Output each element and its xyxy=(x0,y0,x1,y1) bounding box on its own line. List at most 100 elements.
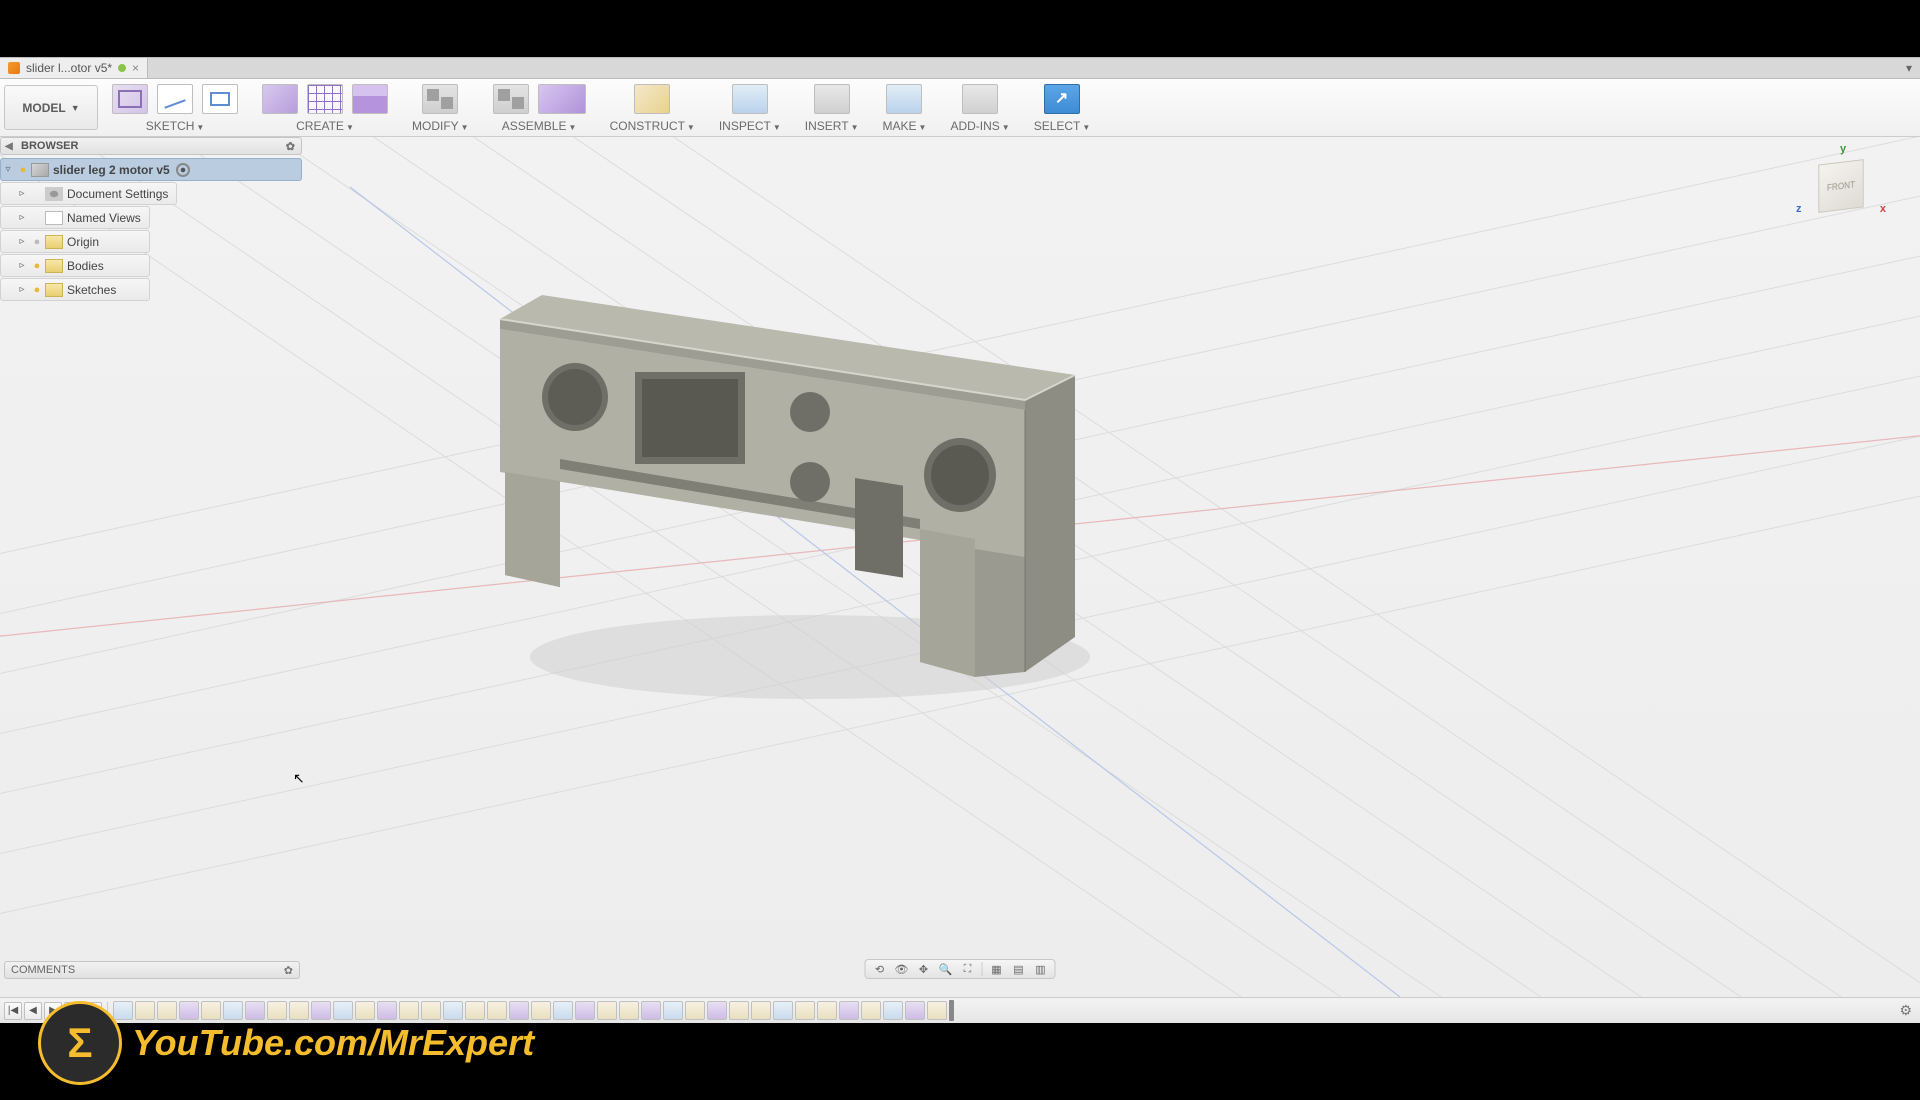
comments-panel[interactable]: COMMENTS ✿ xyxy=(4,961,300,979)
collapse-icon[interactable]: ◀ xyxy=(5,141,13,152)
node-icon xyxy=(45,211,63,225)
caret-right-icon[interactable]: ▹ xyxy=(15,188,29,199)
timeline-feature[interactable] xyxy=(795,1001,815,1020)
bulb-icon[interactable]: ● xyxy=(29,284,45,296)
tree-item[interactable]: ▹ ● Sketches xyxy=(0,278,150,301)
model-body[interactable] xyxy=(470,257,1130,737)
timeline-feature[interactable] xyxy=(773,1001,793,1020)
caret-down-icon[interactable]: ▿ xyxy=(1,164,15,175)
tree-item[interactable]: ▹ Document Settings xyxy=(0,182,177,205)
node-icon xyxy=(45,259,63,273)
tree-root[interactable]: ▿ ● slider leg 2 motor v5 xyxy=(0,158,302,181)
expand-down-icon[interactable]: ▾ xyxy=(1906,61,1912,75)
timeline-start-icon[interactable]: |◀ xyxy=(4,1002,22,1020)
rectangle-tool-icon[interactable] xyxy=(202,84,238,114)
form-icon[interactable] xyxy=(307,84,343,114)
caret-right-icon[interactable]: ▹ xyxy=(15,260,29,271)
gear-icon[interactable]: ✿ xyxy=(286,140,295,153)
gear-icon[interactable]: ⚙ xyxy=(1899,1002,1912,1019)
timeline-feature[interactable] xyxy=(575,1001,595,1020)
timeline-feature[interactable] xyxy=(707,1001,727,1020)
fusion-icon xyxy=(8,62,20,74)
document-tabs: slider l...otor v5* × ▾ xyxy=(0,57,1920,79)
joint-icon[interactable] xyxy=(538,84,586,114)
toolbar-group-make: MAKE▼ xyxy=(871,79,939,136)
timeline-feature[interactable] xyxy=(685,1001,705,1020)
select-tool-icon[interactable] xyxy=(1044,84,1080,114)
viewports-icon[interactable]: ▥ xyxy=(1031,961,1051,977)
timeline-feature[interactable] xyxy=(883,1001,903,1020)
axis-y-label: y xyxy=(1840,143,1846,155)
channel-text: YouTube.com/MrExpert xyxy=(132,1022,534,1064)
orbit-icon[interactable]: ⟲ xyxy=(870,961,890,977)
toolbar-group-sketch: SKETCH▼ xyxy=(100,79,250,136)
toolbar-group-modify: MODIFY▼ xyxy=(400,79,481,136)
timeline-feature[interactable] xyxy=(663,1001,683,1020)
timeline-feature[interactable] xyxy=(597,1001,617,1020)
look-icon[interactable]: 👁 xyxy=(892,961,912,977)
caret-right-icon[interactable]: ▹ xyxy=(15,284,29,295)
tab-title: slider l...otor v5* xyxy=(26,61,112,75)
scripts-icon[interactable] xyxy=(962,84,998,114)
measure-icon[interactable] xyxy=(732,84,768,114)
timeline-feature[interactable] xyxy=(729,1001,749,1020)
timeline-feature[interactable] xyxy=(553,1001,573,1020)
document-tab[interactable]: slider l...otor v5* × xyxy=(0,58,148,78)
line-tool-icon[interactable] xyxy=(157,84,193,114)
timeline-feature[interactable] xyxy=(927,1001,947,1020)
bulb-icon[interactable]: ● xyxy=(29,236,45,248)
node-icon xyxy=(45,283,63,297)
bulb-icon[interactable]: ● xyxy=(29,260,45,272)
active-component-icon[interactable] xyxy=(176,163,190,177)
caret-right-icon[interactable]: ▹ xyxy=(15,212,29,223)
node-icon xyxy=(45,235,63,249)
timeline-feature[interactable] xyxy=(619,1001,639,1020)
toolbar-group-assemble: ASSEMBLE▼ xyxy=(481,79,598,136)
ribbon-toolbar: MODEL▼ SKETCH▼ CREATE▼ MODIFY▼ xyxy=(0,79,1920,137)
timeline-feature[interactable] xyxy=(861,1001,881,1020)
extrude-icon[interactable] xyxy=(352,84,388,114)
viewcube-face[interactable]: FRONT xyxy=(1818,159,1863,213)
cursor-icon: ↖ xyxy=(293,770,305,787)
timeline-feature[interactable] xyxy=(641,1001,661,1020)
channel-logo-icon: Σ xyxy=(38,1001,122,1085)
decal-icon[interactable] xyxy=(814,84,850,114)
timeline-feature[interactable] xyxy=(751,1001,771,1020)
display-icon[interactable]: ▦ xyxy=(987,961,1007,977)
tree-item[interactable]: ▹ ● Origin xyxy=(0,230,150,253)
browser-panel: ◀ BROWSER ✿ ▿ ● slider leg 2 motor v5 ▹ … xyxy=(0,137,302,304)
timeline-feature[interactable] xyxy=(905,1001,925,1020)
pan-icon[interactable]: ✥ xyxy=(914,961,934,977)
print-icon[interactable] xyxy=(886,84,922,114)
press-pull-icon[interactable] xyxy=(422,84,458,114)
new-sketch-icon[interactable] xyxy=(112,84,148,114)
unsaved-dot-icon xyxy=(118,64,126,72)
fit-icon[interactable]: ⛶ xyxy=(958,961,978,977)
close-icon[interactable]: × xyxy=(132,61,139,75)
toolbar-group-addins: ADD-INS▼ xyxy=(938,79,1021,136)
timeline-feature[interactable] xyxy=(817,1001,837,1020)
tree-item[interactable]: ▹ ● Bodies xyxy=(0,254,150,277)
viewport[interactable]: y FRONT x z ◀ BROWSER ✿ ▿ ● slider leg 2… xyxy=(0,137,1920,997)
axis-x-label: x xyxy=(1880,203,1886,215)
toolbar-group-create: CREATE▼ xyxy=(250,79,400,136)
toolbar-group-insert: INSERT▼ xyxy=(793,79,871,136)
grid-icon[interactable]: ▤ xyxy=(1009,961,1029,977)
component-icon[interactable] xyxy=(493,84,529,114)
nav-toolbar: ⟲ 👁 ✥ 🔍 ⛶ ▦ ▤ ▥ xyxy=(865,959,1056,979)
box-icon[interactable] xyxy=(262,84,298,114)
viewcube[interactable]: y FRONT x z xyxy=(1802,147,1880,225)
tree-item[interactable]: ▹ Named Views xyxy=(0,206,150,229)
toolbar-group-inspect: INSPECT▼ xyxy=(707,79,793,136)
workspace-dropdown[interactable]: MODEL▼ xyxy=(4,85,98,130)
caret-right-icon[interactable]: ▹ xyxy=(15,236,29,247)
zoom-icon[interactable]: 🔍 xyxy=(936,961,956,977)
bulb-icon[interactable]: ● xyxy=(15,164,31,176)
gear-icon[interactable]: ✿ xyxy=(284,964,293,977)
component-icon xyxy=(31,163,49,177)
browser-header[interactable]: ◀ BROWSER ✿ xyxy=(0,137,302,155)
timeline-feature[interactable] xyxy=(839,1001,859,1020)
node-icon xyxy=(45,187,63,201)
timeline-marker[interactable] xyxy=(949,1000,954,1021)
plane-icon[interactable] xyxy=(634,84,670,114)
